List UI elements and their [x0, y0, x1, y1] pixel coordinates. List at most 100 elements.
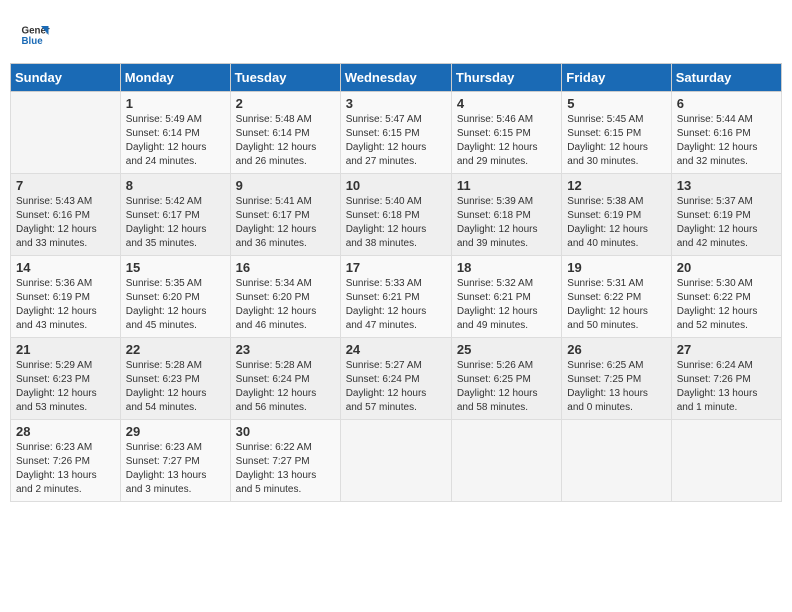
col-header-tuesday: Tuesday: [230, 64, 340, 92]
day-info: Sunrise: 6:25 AM Sunset: 7:25 PM Dayligh…: [567, 359, 665, 415]
day-info: Sunrise: 5:28 AM Sunset: 6:24 PM Dayligh…: [236, 359, 335, 415]
day-number: 20: [677, 260, 776, 275]
col-header-wednesday: Wednesday: [340, 64, 451, 92]
calendar-cell: 2 Sunrise: 5:48 AM Sunset: 6:14 PM Daylig…: [230, 92, 340, 174]
calendar-week-1: 1 Sunrise: 5:49 AM Sunset: 6:14 PM Daylig…: [11, 92, 782, 174]
calendar-cell: 18 Sunrise: 5:32 AM Sunset: 6:21 PM Dayli…: [451, 256, 561, 338]
calendar-cell: 7 Sunrise: 5:43 AM Sunset: 6:16 PM Daylig…: [11, 174, 121, 256]
day-info: Sunrise: 5:29 AM Sunset: 6:23 PM Dayligh…: [16, 359, 115, 415]
day-number: 10: [346, 178, 446, 193]
calendar-cell: 3 Sunrise: 5:47 AM Sunset: 6:15 PM Daylig…: [340, 92, 451, 174]
col-header-monday: Monday: [120, 64, 230, 92]
calendar-cell: 17 Sunrise: 5:33 AM Sunset: 6:21 PM Dayli…: [340, 256, 451, 338]
calendar-cell: 24 Sunrise: 5:27 AM Sunset: 6:24 PM Dayli…: [340, 338, 451, 420]
day-number: 30: [236, 424, 335, 439]
day-info: Sunrise: 5:44 AM Sunset: 6:16 PM Dayligh…: [677, 113, 776, 169]
day-number: 16: [236, 260, 335, 275]
day-info: Sunrise: 5:27 AM Sunset: 6:24 PM Dayligh…: [346, 359, 446, 415]
day-number: 8: [126, 178, 225, 193]
day-info: Sunrise: 5:30 AM Sunset: 6:22 PM Dayligh…: [677, 277, 776, 333]
day-info: Sunrise: 6:23 AM Sunset: 7:26 PM Dayligh…: [16, 441, 115, 497]
day-info: Sunrise: 5:39 AM Sunset: 6:18 PM Dayligh…: [457, 195, 556, 251]
day-number: 6: [677, 96, 776, 111]
day-info: Sunrise: 5:48 AM Sunset: 6:14 PM Dayligh…: [236, 113, 335, 169]
calendar-cell: 30 Sunrise: 6:22 AM Sunset: 7:27 PM Dayli…: [230, 420, 340, 502]
calendar-week-3: 14 Sunrise: 5:36 AM Sunset: 6:19 PM Dayli…: [11, 256, 782, 338]
calendar-week-5: 28 Sunrise: 6:23 AM Sunset: 7:26 PM Dayli…: [11, 420, 782, 502]
calendar-cell: 14 Sunrise: 5:36 AM Sunset: 6:19 PM Dayli…: [11, 256, 121, 338]
calendar-cell: 8 Sunrise: 5:42 AM Sunset: 6:17 PM Daylig…: [120, 174, 230, 256]
calendar-cell: 9 Sunrise: 5:41 AM Sunset: 6:17 PM Daylig…: [230, 174, 340, 256]
col-header-thursday: Thursday: [451, 64, 561, 92]
col-header-saturday: Saturday: [671, 64, 781, 92]
calendar-cell: [11, 92, 121, 174]
col-header-sunday: Sunday: [11, 64, 121, 92]
day-number: 15: [126, 260, 225, 275]
day-number: 24: [346, 342, 446, 357]
day-info: Sunrise: 5:38 AM Sunset: 6:19 PM Dayligh…: [567, 195, 665, 251]
calendar-cell: 13Sunrise: 5:37 AM Sunset: 6:19 PM Dayli…: [671, 174, 781, 256]
calendar-cell: 1 Sunrise: 5:49 AM Sunset: 6:14 PM Daylig…: [120, 92, 230, 174]
day-number: 2: [236, 96, 335, 111]
day-number: 12: [567, 178, 665, 193]
day-number: 14: [16, 260, 115, 275]
calendar-table: SundayMondayTuesdayWednesdayThursdayFrid…: [10, 63, 782, 502]
day-info: Sunrise: 5:36 AM Sunset: 6:19 PM Dayligh…: [16, 277, 115, 333]
day-number: 22: [126, 342, 225, 357]
day-info: Sunrise: 5:42 AM Sunset: 6:17 PM Dayligh…: [126, 195, 225, 251]
day-info: Sunrise: 6:24 AM Sunset: 7:26 PM Dayligh…: [677, 359, 776, 415]
calendar-cell: 5Sunrise: 5:45 AM Sunset: 6:15 PM Daylig…: [562, 92, 671, 174]
day-info: Sunrise: 5:37 AM Sunset: 6:19 PM Dayligh…: [677, 195, 776, 251]
calendar-cell: 27Sunrise: 6:24 AM Sunset: 7:26 PM Dayli…: [671, 338, 781, 420]
day-number: 4: [457, 96, 556, 111]
logo-icon: General Blue: [20, 20, 50, 50]
day-info: Sunrise: 5:35 AM Sunset: 6:20 PM Dayligh…: [126, 277, 225, 333]
day-number: 25: [457, 342, 556, 357]
day-info: Sunrise: 5:26 AM Sunset: 6:25 PM Dayligh…: [457, 359, 556, 415]
day-info: Sunrise: 5:46 AM Sunset: 6:15 PM Dayligh…: [457, 113, 556, 169]
calendar-cell: [451, 420, 561, 502]
day-info: Sunrise: 5:43 AM Sunset: 6:16 PM Dayligh…: [16, 195, 115, 251]
calendar-cell: 19 Sunrise: 5:31 AM Sunset: 6:22 PM Dayli…: [562, 256, 671, 338]
day-number: 28: [16, 424, 115, 439]
calendar-cell: 22Sunrise: 5:28 AM Sunset: 6:23 PM Dayli…: [120, 338, 230, 420]
day-number: 17: [346, 260, 446, 275]
day-number: 1: [126, 96, 225, 111]
day-number: 9: [236, 178, 335, 193]
calendar-cell: 6 Sunrise: 5:44 AM Sunset: 6:16 PM Daylig…: [671, 92, 781, 174]
day-number: 3: [346, 96, 446, 111]
day-info: Sunrise: 6:22 AM Sunset: 7:27 PM Dayligh…: [236, 441, 335, 497]
day-info: Sunrise: 5:49 AM Sunset: 6:14 PM Dayligh…: [126, 113, 225, 169]
calendar-cell: 21Sunrise: 5:29 AM Sunset: 6:23 PM Dayli…: [11, 338, 121, 420]
col-header-friday: Friday: [562, 64, 671, 92]
calendar-cell: 12 Sunrise: 5:38 AM Sunset: 6:19 PM Dayli…: [562, 174, 671, 256]
calendar-cell: [671, 420, 781, 502]
calendar-cell: 20 Sunrise: 5:30 AM Sunset: 6:22 PM Dayli…: [671, 256, 781, 338]
calendar-cell: 29Sunrise: 6:23 AM Sunset: 7:27 PM Dayli…: [120, 420, 230, 502]
calendar-cell: [562, 420, 671, 502]
day-info: Sunrise: 5:33 AM Sunset: 6:21 PM Dayligh…: [346, 277, 446, 333]
calendar-header-row: SundayMondayTuesdayWednesdayThursdayFrid…: [11, 64, 782, 92]
day-number: 26: [567, 342, 665, 357]
day-info: Sunrise: 5:41 AM Sunset: 6:17 PM Dayligh…: [236, 195, 335, 251]
calendar-cell: 23Sunrise: 5:28 AM Sunset: 6:24 PM Dayli…: [230, 338, 340, 420]
calendar-cell: 25 Sunrise: 5:26 AM Sunset: 6:25 PM Dayli…: [451, 338, 561, 420]
logo: General Blue: [20, 20, 54, 50]
calendar-cell: 10 Sunrise: 5:40 AM Sunset: 6:18 PM Dayli…: [340, 174, 451, 256]
day-number: 7: [16, 178, 115, 193]
calendar-cell: 16 Sunrise: 5:34 AM Sunset: 6:20 PM Dayli…: [230, 256, 340, 338]
day-info: Sunrise: 5:34 AM Sunset: 6:20 PM Dayligh…: [236, 277, 335, 333]
day-info: Sunrise: 5:32 AM Sunset: 6:21 PM Dayligh…: [457, 277, 556, 333]
calendar-cell: 4 Sunrise: 5:46 AM Sunset: 6:15 PM Daylig…: [451, 92, 561, 174]
day-info: Sunrise: 6:23 AM Sunset: 7:27 PM Dayligh…: [126, 441, 225, 497]
day-number: 18: [457, 260, 556, 275]
day-number: 19: [567, 260, 665, 275]
day-info: Sunrise: 5:40 AM Sunset: 6:18 PM Dayligh…: [346, 195, 446, 251]
calendar-cell: 15 Sunrise: 5:35 AM Sunset: 6:20 PM Dayli…: [120, 256, 230, 338]
day-info: Sunrise: 5:45 AM Sunset: 6:15 PM Dayligh…: [567, 113, 665, 169]
day-info: Sunrise: 5:31 AM Sunset: 6:22 PM Dayligh…: [567, 277, 665, 333]
calendar-cell: [340, 420, 451, 502]
calendar-cell: 26 Sunrise: 6:25 AM Sunset: 7:25 PM Dayli…: [562, 338, 671, 420]
day-number: 11: [457, 178, 556, 193]
day-info: Sunrise: 5:47 AM Sunset: 6:15 PM Dayligh…: [346, 113, 446, 169]
